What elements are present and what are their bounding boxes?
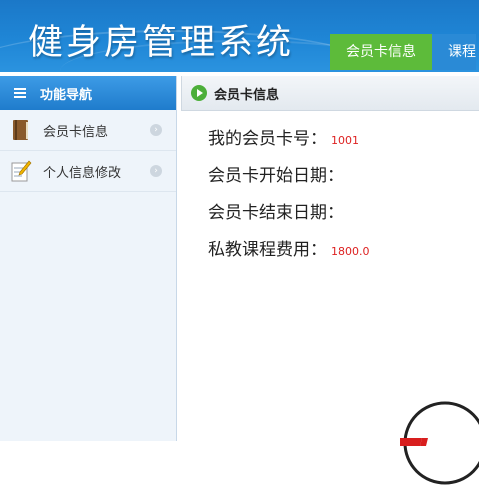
notepad-pencil-icon — [11, 160, 32, 182]
member-card-info: 我的会员卡号： 1001 会员卡开始日期： 会员卡结束日期： 私教课程费用： 180… — [208, 124, 370, 272]
list-icon — [14, 88, 26, 98]
sidebar: 功能导航 会员卡信息 › 个人信息修改 › — [0, 76, 177, 441]
course-fee-value: 1800.0 — [331, 245, 370, 258]
start-date-row: 会员卡开始日期： — [208, 161, 370, 198]
card-number-value: 1001 — [331, 134, 359, 147]
content-header: 会员卡信息 — [181, 76, 479, 111]
tab-member-card[interactable]: 会员卡信息 — [330, 34, 432, 70]
field-label: 私教课程费用： — [208, 240, 327, 260]
sidebar-item-label: 会员卡信息 — [43, 124, 109, 140]
content-title: 会员卡信息 — [214, 87, 280, 103]
card-number-row: 我的会员卡号： 1001 — [208, 124, 370, 161]
chevron-right-icon: › — [150, 124, 162, 136]
sidebar-item-label: 个人信息修改 — [43, 165, 122, 181]
app-header: 健身房管理系统 会员卡信息 课程 — [0, 0, 479, 72]
field-label: 会员卡结束日期： — [208, 203, 344, 223]
sidebar-item-edit-profile[interactable]: 个人信息修改 › — [0, 151, 176, 192]
app-title: 健身房管理系统 — [28, 23, 295, 63]
sidebar-title: 功能导航 — [40, 87, 93, 103]
book-icon — [13, 120, 28, 140]
logo-mark — [400, 401, 479, 485]
course-fee-row: 私教课程费用： 1800.0 — [208, 235, 370, 272]
field-label: 会员卡开始日期： — [208, 166, 344, 186]
end-date-row: 会员卡结束日期： — [208, 198, 370, 235]
sidebar-header: 功能导航 — [0, 76, 176, 110]
top-tabs: 会员卡信息 课程 — [330, 34, 476, 70]
tab-course[interactable]: 课程 — [432, 34, 476, 70]
chevron-right-icon: › — [150, 165, 162, 177]
play-icon — [191, 85, 207, 101]
sidebar-item-member-card[interactable]: 会员卡信息 › — [0, 110, 176, 151]
field-label: 我的会员卡号： — [208, 129, 327, 149]
